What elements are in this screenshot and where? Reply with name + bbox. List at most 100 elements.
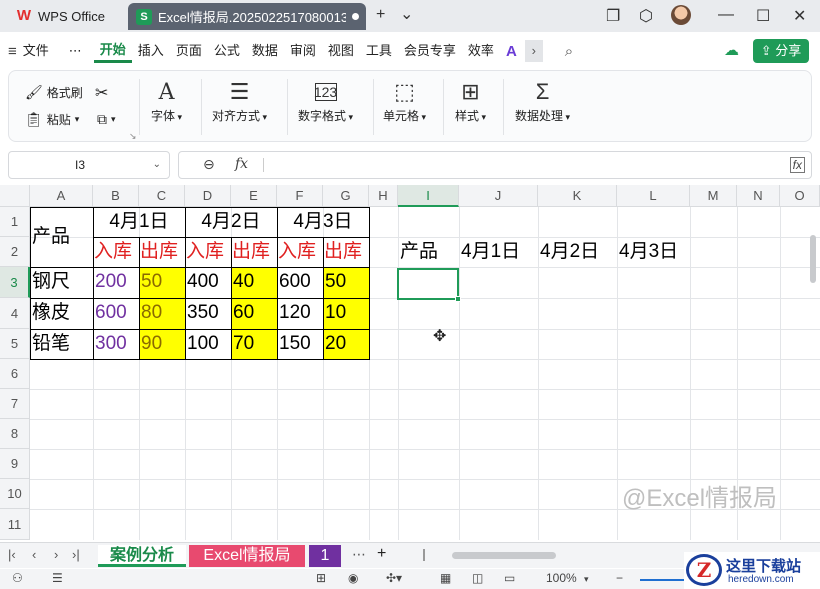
row-header-10[interactable]: 10 bbox=[0, 479, 30, 509]
column-header-H[interactable]: H bbox=[369, 185, 398, 207]
normal-view-icon[interactable]: ▦ bbox=[440, 571, 451, 585]
column-header-A[interactable]: A bbox=[30, 185, 93, 207]
eye-protection-icon[interactable]: ◉ bbox=[348, 571, 358, 585]
cut-icon[interactable]: ✂ bbox=[95, 83, 108, 103]
row-header-6[interactable]: 6 bbox=[0, 359, 30, 389]
table-cell-r1-c3[interactable]: 400 bbox=[185, 267, 231, 298]
close-icon[interactable]: ✕ bbox=[793, 6, 806, 26]
style-group-button[interactable]: ⊞ 样式 ▾ bbox=[455, 77, 486, 124]
table-cell-r1-c4[interactable]: 40 bbox=[231, 267, 277, 298]
minimize-icon[interactable]: — bbox=[718, 6, 734, 24]
spreadsheet-grid[interactable]: ABCDEFGHIJKLMNO 1 2 3 4 5 6 7 8 9 10 11 产品 4月1日 4月2日… bbox=[0, 185, 820, 540]
table-header-date-1[interactable]: 4月1日 bbox=[93, 207, 185, 237]
zoom-slider[interactable] bbox=[640, 579, 690, 581]
table-cell-r2-c6[interactable]: 10 bbox=[323, 298, 369, 329]
table-subheader-5[interactable]: 入库 bbox=[277, 237, 323, 267]
table-row-name-2[interactable]: 橡皮 bbox=[30, 298, 92, 329]
tab-list-chevron-icon[interactable]: ⌄ bbox=[400, 4, 413, 24]
table-cell-r3-c1[interactable]: 300 bbox=[93, 329, 139, 359]
row-header-1[interactable]: 1 bbox=[0, 207, 30, 237]
dialog-launcher-icon[interactable]: ↘ bbox=[129, 131, 137, 142]
horizontal-scrollbar[interactable] bbox=[452, 552, 556, 559]
number-format-button[interactable]: 123 数字格式 ▾ bbox=[298, 77, 353, 124]
maximize-icon[interactable]: ☐ bbox=[756, 6, 770, 26]
vertical-scrollbar[interactable] bbox=[810, 235, 816, 283]
menu-tab-page[interactable]: 页面 bbox=[170, 39, 208, 63]
macro-icon[interactable]: ⚇ bbox=[12, 571, 23, 585]
menu-scroll-right-icon[interactable]: › bbox=[524, 40, 543, 62]
column-header-M[interactable]: M bbox=[690, 185, 737, 207]
column-header-I[interactable]: I bbox=[398, 185, 459, 207]
cell-group-button[interactable]: ⬚ 单元格 ▾ bbox=[383, 77, 426, 124]
align-group-button[interactable]: ☰ 对齐方式 ▾ bbox=[212, 77, 267, 124]
chevron-down-icon[interactable]: ⌄ bbox=[153, 152, 161, 178]
function-wizard-icon[interactable]: fx bbox=[789, 157, 805, 173]
freeze-panes-icon[interactable]: ✣▾ bbox=[386, 571, 402, 585]
row-header-8[interactable]: 8 bbox=[0, 419, 30, 449]
table-cell-r1-c2[interactable]: 50 bbox=[139, 267, 185, 298]
copy-button[interactable]: ⧉ ▾ bbox=[97, 111, 116, 128]
row-header-9[interactable]: 9 bbox=[0, 449, 30, 479]
menu-file[interactable]: 文件 bbox=[17, 39, 55, 63]
cloud-sync-icon[interactable]: ☁ bbox=[724, 41, 739, 59]
table-subheader-2[interactable]: 出库 bbox=[139, 237, 185, 267]
format-painter-button[interactable]: 🖌︎ 格式刷 bbox=[25, 84, 83, 101]
menu-tab-member[interactable]: 会员专享 bbox=[398, 39, 462, 63]
insert-function-icon[interactable]: fx bbox=[235, 156, 248, 172]
menu-tab-formula[interactable]: 公式 bbox=[208, 39, 246, 63]
table-header-date-2[interactable]: 4月2日 bbox=[185, 207, 277, 237]
name-box[interactable]: I3 ⌄ bbox=[8, 151, 170, 179]
formula-bar[interactable]: ⊖ fx fx bbox=[178, 151, 812, 179]
add-sheet-button[interactable]: + bbox=[377, 545, 386, 563]
tab-split-handle[interactable] bbox=[423, 549, 425, 561]
row-header-2[interactable]: 2 bbox=[0, 237, 30, 267]
row-header-11[interactable]: 11 bbox=[0, 509, 30, 540]
table-cell-r3-c4[interactable]: 70 bbox=[231, 329, 277, 359]
table-cell-r2-c1[interactable]: 600 bbox=[93, 298, 139, 329]
table-cell-r2-c5[interactable]: 120 bbox=[277, 298, 323, 329]
table-subheader-6[interactable]: 出库 bbox=[323, 237, 369, 267]
new-tab-button[interactable]: + bbox=[376, 6, 385, 24]
table-cell-r3-c3[interactable]: 100 bbox=[185, 329, 231, 359]
column-header-D[interactable]: D bbox=[185, 185, 231, 207]
menu-tab-tools[interactable]: 工具 bbox=[360, 39, 398, 63]
table-subheader-4[interactable]: 出库 bbox=[231, 237, 277, 267]
menu-tab-review[interactable]: 审阅 bbox=[284, 39, 322, 63]
column-header-C[interactable]: C bbox=[139, 185, 185, 207]
font-group-button[interactable]: A 字体 ▾ bbox=[151, 77, 182, 124]
sheet-list-icon[interactable]: ☰ bbox=[52, 571, 63, 585]
menu-tab-insert[interactable]: 插入 bbox=[132, 39, 170, 63]
table-cell-r1-c6[interactable]: 50 bbox=[323, 267, 369, 298]
row-header-4[interactable]: 4 bbox=[0, 298, 30, 329]
row-header-3[interactable]: 3 bbox=[0, 267, 30, 298]
table-cell-r2-c2[interactable]: 80 bbox=[139, 298, 185, 329]
table-cell-r3-c5[interactable]: 150 bbox=[277, 329, 323, 359]
share-button[interactable]: ⇪ 分享 bbox=[753, 39, 809, 63]
table-icon[interactable]: ⊞ bbox=[316, 571, 326, 585]
zoom-formula-icon[interactable]: ⊖ bbox=[203, 156, 215, 173]
table-cell-r1-c1[interactable]: 200 bbox=[93, 267, 139, 298]
search-icon[interactable]: ⌕ bbox=[565, 43, 573, 60]
data-process-button[interactable]: Σ 数据处理 ▾ bbox=[515, 77, 570, 124]
more-sheets-button[interactable]: ⋯ bbox=[352, 546, 366, 563]
sheet-tab-active[interactable]: 案例分析 bbox=[98, 545, 186, 567]
row-header-7[interactable]: 7 bbox=[0, 389, 30, 419]
table-cell-r2-c3[interactable]: 350 bbox=[185, 298, 231, 329]
menu-tab-home[interactable]: 开始 bbox=[93, 39, 132, 63]
table-cell-r1-c5[interactable]: 600 bbox=[277, 267, 323, 298]
restore-window-icon[interactable]: ❐ bbox=[606, 6, 620, 26]
row-header-5[interactable]: 5 bbox=[0, 329, 30, 359]
zoom-out-icon[interactable]: − bbox=[616, 571, 623, 585]
paste-button[interactable]: 📋︎ 粘贴 ▾ bbox=[25, 111, 79, 128]
result-header-product[interactable]: 产品 bbox=[398, 237, 438, 266]
menu-tab-data[interactable]: 数据 bbox=[246, 39, 284, 63]
tab-wps-office[interactable]: W WPS Office bbox=[8, 3, 124, 29]
table-header-product[interactable]: 产品 bbox=[30, 207, 92, 267]
last-sheet-icon[interactable]: ›| bbox=[72, 547, 80, 562]
sheet-tab-excel[interactable]: Excel情报局 bbox=[189, 545, 305, 567]
table-subheader-1[interactable]: 入库 bbox=[93, 237, 139, 267]
column-header-G[interactable]: G bbox=[323, 185, 369, 207]
page-layout-icon[interactable]: ◫ bbox=[472, 571, 483, 585]
next-sheet-icon[interactable]: › bbox=[54, 547, 58, 562]
column-header-F[interactable]: F bbox=[277, 185, 323, 207]
